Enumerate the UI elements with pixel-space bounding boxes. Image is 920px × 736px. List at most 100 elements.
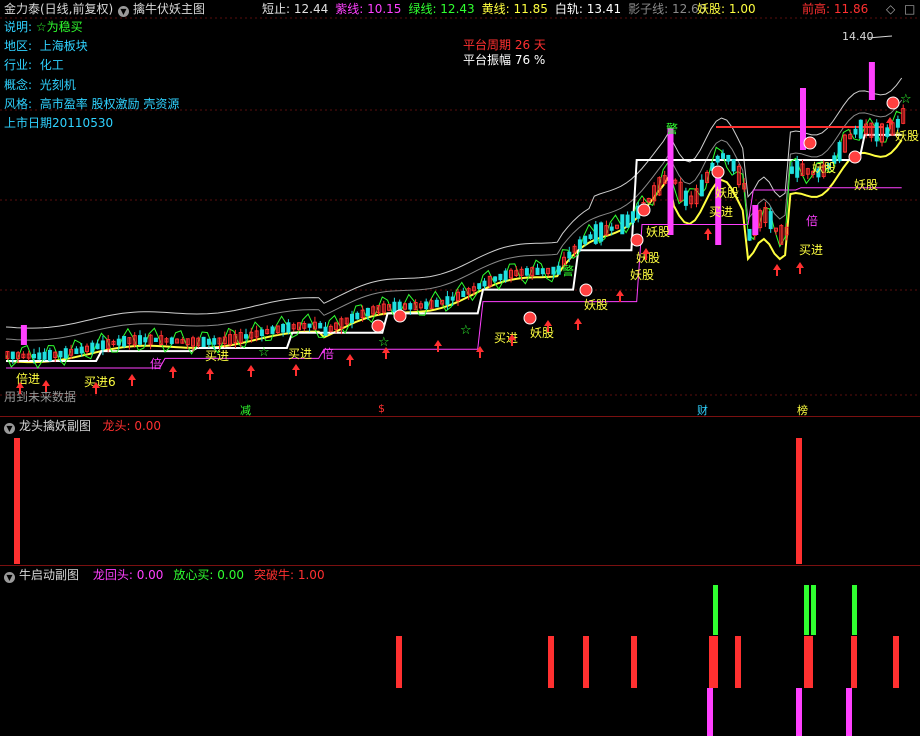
signal-candle [868, 62, 875, 100]
candle-body [307, 323, 312, 328]
candle-body [837, 142, 842, 162]
candle-body [259, 329, 264, 336]
breakout-bar [583, 636, 589, 688]
candle-body [482, 280, 487, 287]
buy-label: 买进 [709, 205, 733, 219]
breakout-bar [713, 636, 718, 688]
candle-body [551, 266, 556, 275]
buy-label: 买进6 [84, 375, 116, 389]
candle-body [47, 349, 52, 361]
bull-start-subchart[interactable] [0, 566, 920, 736]
candle-body [32, 353, 36, 359]
peak-arrow [867, 35, 893, 39]
candle-body [58, 350, 63, 358]
dragon-return-bar [707, 688, 713, 736]
candle-body [10, 351, 15, 360]
warning-label: 警 [666, 121, 678, 136]
stable-buy-star-icon: ☆ [258, 345, 270, 360]
breakout-bar [735, 636, 741, 688]
buy-arrow-icon [704, 228, 712, 240]
yao-label: 妖股 [630, 268, 654, 282]
buy-arrow-icon [42, 380, 50, 392]
candle-body [424, 301, 429, 310]
buy-arrow-icon [247, 365, 255, 377]
candle-body [201, 336, 206, 348]
candle-body [747, 228, 752, 241]
candle-body [169, 337, 174, 344]
buy-arrow-icon [206, 368, 214, 380]
candle-body [493, 276, 498, 282]
breakout-bar [396, 636, 402, 688]
signal-ball-icon [711, 165, 725, 179]
candle-body [323, 326, 328, 336]
confident-buy-bar [713, 585, 718, 635]
upper-band-line [5, 77, 903, 329]
stable-buy-star-icon: ☆ [460, 323, 472, 338]
candle-body [212, 338, 217, 345]
candle-body [540, 268, 545, 275]
signal-ball-icon [803, 136, 817, 150]
breakout-bar [804, 636, 809, 688]
main-price-chart[interactable]: 买进 买进买进买进买进买进6倍进妖股妖股妖股妖股妖股妖股妖股妖股妖股倍倍倍警警☆☆… [0, 0, 920, 416]
candle-body [556, 265, 561, 275]
candle-body [715, 155, 720, 163]
candle-body [503, 270, 508, 281]
candle-body [63, 348, 68, 359]
candle-body [408, 303, 413, 310]
candle-body [789, 166, 794, 174]
candle-body [450, 296, 455, 301]
buy-arrow-icon [796, 262, 804, 274]
signal-ball-icon [886, 96, 900, 110]
candle-body [138, 335, 142, 345]
bei-label: 倍 [322, 346, 334, 361]
warning-label: 警 [562, 263, 574, 278]
candle-body [858, 119, 863, 139]
candle-body [599, 222, 604, 242]
candle-body [244, 334, 248, 339]
candle-body [498, 273, 503, 281]
bei-label: 倍 [806, 213, 818, 228]
confident-buy-bar [811, 585, 816, 635]
confident-buy-bar [804, 585, 809, 635]
leader-subchart[interactable] [0, 416, 920, 564]
candle-body [355, 312, 360, 320]
candle-body [477, 283, 482, 289]
candle-body [95, 343, 100, 350]
signal-candle [752, 205, 759, 235]
candle-body [567, 251, 572, 259]
candle-body [100, 340, 105, 350]
signal-ball-icon [523, 311, 537, 325]
dragon-return-bar [846, 688, 852, 736]
candle-body [445, 296, 450, 305]
candle-body [116, 338, 121, 346]
yao-label: 妖股 [530, 326, 554, 340]
candle-body [609, 226, 614, 231]
buy-arrow-icon [169, 366, 177, 378]
candle-body [731, 159, 736, 172]
candle-body [281, 323, 286, 333]
candle-body [143, 337, 148, 343]
candle-body [588, 234, 593, 239]
buy-label: 买进 [205, 349, 229, 363]
signal-ball-icon [393, 309, 407, 323]
candle-body [853, 128, 858, 135]
yao-label: 妖股 [646, 225, 670, 239]
candle-body [90, 342, 95, 353]
signal-candle [667, 128, 674, 235]
bei-label: 倍 [150, 356, 162, 371]
breakout-bar [893, 636, 899, 688]
signal-ball-icon [371, 319, 385, 333]
candle-body [42, 351, 47, 360]
candle-body [583, 235, 588, 245]
candle-body [630, 211, 635, 223]
buy-arrow-icon [128, 374, 136, 386]
breakout-bar [548, 636, 554, 688]
candle-body [79, 346, 84, 354]
buy-arrow-icon [574, 318, 582, 330]
buy-label: 买进 [799, 243, 823, 257]
leader-bar [796, 438, 802, 564]
candle-body [795, 160, 800, 178]
buy-arrow-icon [476, 346, 484, 358]
candle-body [392, 301, 397, 313]
candle-body [461, 290, 466, 298]
